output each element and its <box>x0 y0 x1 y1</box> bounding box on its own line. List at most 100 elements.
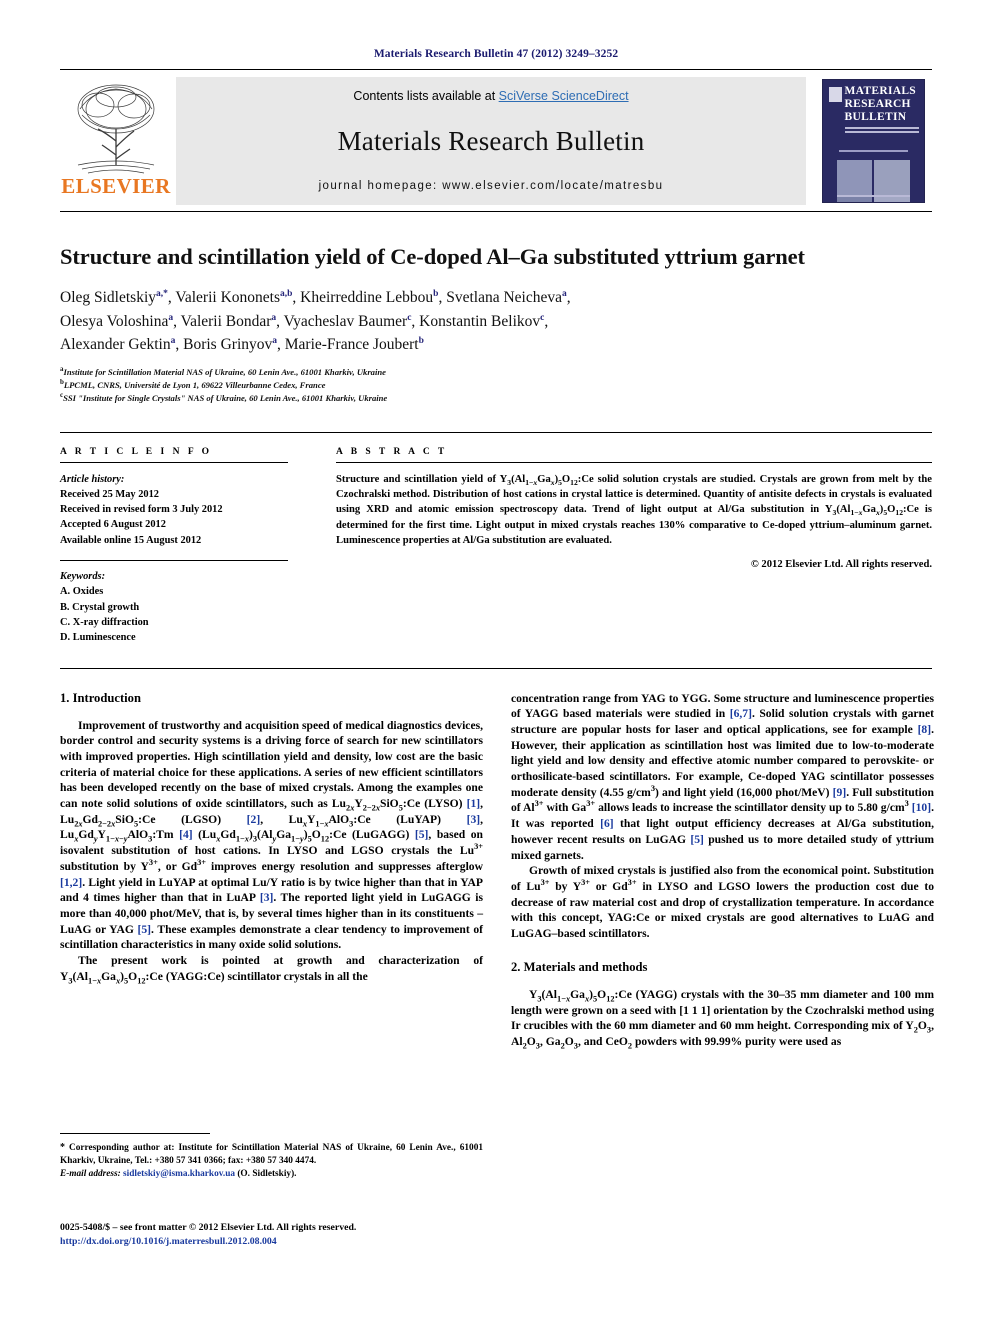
masthead-banner: Contents lists available at SciVerse Sci… <box>176 77 806 205</box>
journal-title: Materials Research Bulletin <box>337 126 645 156</box>
author-affil-marker: b <box>418 335 424 346</box>
email-label: E-mail address: <box>60 1168 121 1179</box>
journal-masthead: ELSEVIER Contents lists available at Sci… <box>60 69 932 205</box>
corresponding-author-email-link[interactable]: sidletskiy@isma.kharkov.ua <box>123 1169 235 1179</box>
keywords-block: Keywords: A. Oxides B. Crystal growth C.… <box>60 569 288 645</box>
intro-paragraph-2-continued: concentration range from YAG to YGG. Som… <box>511 691 935 862</box>
article-history: Article history: Received 25 May 2012 Re… <box>60 472 288 548</box>
intro-paragraph-3: Growth of mixed crystals is justified al… <box>511 864 934 941</box>
elsevier-wordmark: ELSEVIER <box>61 174 171 198</box>
abstract-copyright: © 2012 Elsevier Ltd. All rights reserved… <box>750 559 932 571</box>
body-column-right: concentration range from YAG to YGG. Som… <box>511 691 934 1050</box>
article-history-label: Article history: <box>60 473 125 485</box>
body-columns: 1. Introduction Improvement of trustwort… <box>60 690 934 1247</box>
affiliation-item: cSSI "Institute for Single Crystals" NAS… <box>60 392 932 405</box>
affiliation-text: LPCML, CNRS, Université de Lyon 1, 69622… <box>63 379 326 390</box>
citation-ref[interactable]: [4] <box>179 828 193 841</box>
citation-ref[interactable]: [5] <box>138 923 152 936</box>
citation-ref[interactable]: [3] <box>467 813 481 826</box>
cover-divider <box>838 150 908 152</box>
citation-ref[interactable]: [5] <box>690 833 704 846</box>
author-list: Oleg Sidletskiya,*, Valerii Kononetsa,b,… <box>60 288 571 354</box>
intro-paragraph-2: The present work is pointed at growth an… <box>60 954 483 986</box>
history-item: Received in revised form 3 July 2012 <box>60 504 223 516</box>
issn-copyright-block: 0025-5408/$ – see front matter © 2012 El… <box>60 1221 483 1250</box>
author-name: Vyacheslav Baumer <box>283 312 408 330</box>
author-name: Alexander Gektin <box>60 336 171 354</box>
article-info-column: A R T I C L E I N F O Article history: R… <box>60 447 288 646</box>
author-affil-marker: a <box>271 312 277 323</box>
abstract-column: A B S T R A C T Structure and scintillat… <box>336 447 932 646</box>
author-name: Boris Grinyov <box>183 336 273 354</box>
section-heading-materials: 2. Materials and methods <box>511 959 648 974</box>
section-heading-introduction: 1. Introduction <box>60 690 141 705</box>
citation-ref[interactable]: [9] <box>833 786 847 799</box>
history-item: Received 25 May 2012 <box>60 488 159 500</box>
journal-cover-thumbnail: MATERIALS RESEARCH BULLETIN <box>821 79 925 203</box>
keyword-item: B. Crystal growth <box>60 601 140 613</box>
citation-ref[interactable]: [5] <box>415 828 429 841</box>
sciencedirect-link[interactable]: SciVerse ScienceDirect <box>499 89 629 103</box>
intro-paragraph-1: Improvement of trustworthy and acquisiti… <box>60 718 484 952</box>
journal-homepage[interactable]: journal homepage: www.elsevier.com/locat… <box>319 180 664 192</box>
elsevier-tree-icon <box>77 84 155 174</box>
affiliation-item: bLPCML, CNRS, Université de Lyon 1, 6962… <box>60 379 932 392</box>
citation-ref[interactable]: [1,2] <box>60 876 82 889</box>
abstract-heading: A B S T R A C T <box>336 446 448 457</box>
abstract-text: Structure and scintillation yield of Y3(… <box>336 473 932 547</box>
citation-ref[interactable]: [10] <box>912 801 931 814</box>
affiliation-text: SSI "Institute for Single Crystals" NAS … <box>63 393 388 404</box>
cover-title-line-2: RESEARCH <box>844 97 911 110</box>
author-affil-marker: a <box>170 335 176 346</box>
journal-cover-block: MATERIALS RESEARCH BULLETIN <box>814 77 932 205</box>
cover-footer-line <box>836 195 910 197</box>
author-name: Konstantin Belikov <box>419 312 541 330</box>
contents-available-line: Contents lists available at SciVerse Sci… <box>353 89 628 103</box>
doi-link[interactable]: http://dx.doi.org/10.1016/j.materresbull… <box>60 1235 483 1250</box>
keyword-item: C. X-ray diffraction <box>60 616 149 628</box>
author-affil-marker: c <box>540 312 545 323</box>
author-name: Olesya Voloshina <box>60 312 169 330</box>
cover-title: MATERIALS RESEARCH BULLETIN <box>845 85 920 124</box>
affiliation-list: aInstitute for Scintillation Material NA… <box>60 365 932 406</box>
footnote-rule <box>60 1132 210 1134</box>
author-name: Oleg Sidletskiy <box>60 289 157 306</box>
citation-ref[interactable]: [6] <box>600 817 614 830</box>
history-item: Available online 15 August 2012 <box>60 534 202 546</box>
citation-ref[interactable]: [6,7] <box>730 707 752 720</box>
author-name: Svetlana Neicheva <box>446 289 562 306</box>
article-title: Structure and scintillation yield of Ce-… <box>60 244 805 269</box>
materials-paragraph-1: Y3(Al1−xGax)5O12:Ce (YAGG) crystals with… <box>511 987 934 1051</box>
citation-ref[interactable]: [1] <box>467 797 481 810</box>
affiliation-text: Institute for Scintillation Material NAS… <box>63 366 386 377</box>
keywords-label: Keywords: <box>60 571 106 583</box>
author-name: Kheirreddine Lebbou <box>300 289 434 306</box>
keyword-item: A. Oxides <box>60 586 104 598</box>
citation-ref[interactable]: [2] <box>247 813 261 826</box>
citation-ref[interactable]: [8] <box>918 723 932 736</box>
issn-line: 0025-5408/$ – see front matter © 2012 El… <box>60 1221 357 1233</box>
author-affil-marker: a <box>561 288 567 299</box>
cover-image-cell <box>836 197 872 202</box>
author-name: Valerii Kononets <box>175 289 280 306</box>
footnote-block: * Corresponding author at: Institute for… <box>60 1132 483 1182</box>
author-affil-marker: c <box>407 312 412 323</box>
corresponding-author-note: * Corresponding author at: Institute for… <box>60 1141 483 1182</box>
cover-image-cell <box>874 160 910 195</box>
footnote-text: Corresponding author at: Institute for S… <box>60 1142 483 1166</box>
masthead-bottom-rule <box>60 211 932 212</box>
cover-title-line-1: MATERIALS <box>844 85 916 97</box>
keyword-item: D. Luminescence <box>60 632 136 644</box>
article-info-heading: A R T I C L E I N F O <box>60 446 213 457</box>
contents-prefix: Contents lists available at <box>353 89 499 103</box>
article-info-rule <box>60 461 288 463</box>
abstract-rule <box>336 461 932 463</box>
body-column-left: 1. Introduction Improvement of trustwort… <box>60 690 484 1247</box>
author-affil-marker: a,* <box>156 288 168 299</box>
running-head: Materials Research Bulletin 47 (2012) 32… <box>373 48 619 60</box>
keywords-divider <box>60 560 288 562</box>
citation-ref[interactable]: [3] <box>260 891 274 904</box>
author-affil-marker: a <box>272 335 277 346</box>
author-name: Marie-France Joubert <box>284 336 419 354</box>
author-affil-marker: a,b <box>279 288 293 299</box>
